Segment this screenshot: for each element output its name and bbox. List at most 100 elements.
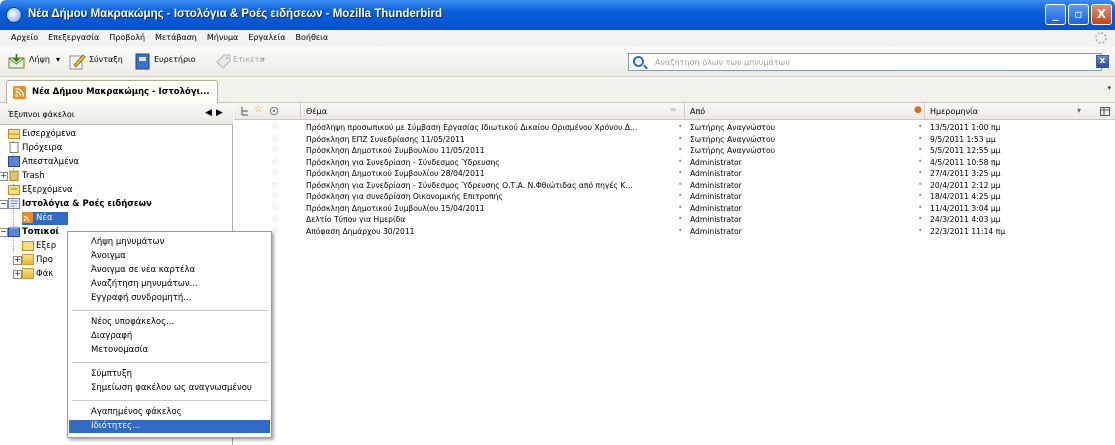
message-subject: Πρόσκληση Δημοτικού Συμβουλίου 15/04/201… [306, 203, 485, 213]
thread-column-icon[interactable] [240, 106, 250, 116]
star-icon[interactable]: ☆ [271, 157, 279, 167]
message-row[interactable]: ☆ Πρόσκληση Δημοτικού Συμβουλίου 15/04/20… [234, 203, 1115, 214]
ctx-favorite-folder[interactable]: Αγαπημένος φάκελος [69, 406, 270, 419]
star-icon[interactable]: ☆ [271, 191, 279, 201]
junk-dot-icon[interactable]: • [678, 168, 682, 177]
message-row[interactable]: ☆ Δελτίο Τύπου για Ημερίδα • Administrator •… [234, 214, 1115, 225]
junk-dot-icon[interactable]: • [678, 134, 682, 143]
menu-edit[interactable]: Επεξεργασία [43, 30, 104, 42]
message-row[interactable]: ☆ Πρόσληψη προσωπικού με Σύμβαση Εργασίας… [234, 122, 1115, 133]
junk-dot-icon[interactable]: • [678, 191, 682, 200]
address-book-label: Ευρετήριο [154, 55, 196, 64]
menu-separator [72, 310, 268, 311]
junk-dot-icon[interactable]: • [678, 157, 682, 166]
message-row[interactable]: ☆ Πρόσκληση για συνεδρίαση Οικονομικής Επ… [234, 191, 1115, 202]
menu-message[interactable]: Μήνυμα [202, 30, 243, 42]
prev-folder-view-arrow[interactable]: ◀ [205, 108, 212, 118]
status-dot-icon[interactable]: • [918, 157, 922, 166]
ctx-get-messages[interactable]: Λήψη μηνυμάτων [69, 236, 270, 249]
junk-dot-icon[interactable]: • [678, 180, 682, 189]
ctx-subscribe[interactable]: Εγγραφή συνδρομητή... [69, 292, 270, 305]
junk-column-icon[interactable]: ∞ [670, 103, 682, 120]
folder-nea-selected[interactable]: Νέα [22, 212, 68, 225]
get-mail-dropdown-arrow[interactable]: ▾ [56, 55, 60, 64]
from-column-header[interactable]: Από [684, 103, 912, 120]
folder-inbox[interactable]: Εισερχόμενα [8, 128, 230, 141]
status-dot-icon[interactable]: • [918, 203, 922, 212]
maximize-button[interactable]: ▫ [1068, 4, 1089, 25]
status-dot-icon[interactable]: • [918, 168, 922, 177]
ctx-properties[interactable]: Ιδιότητες... [69, 420, 270, 433]
folder-local-outbox[interactable]: Εξερ [22, 240, 67, 253]
message-row[interactable]: ☆ Πρόσκληση Δημοτικού Συμβουλίου 11/05/20… [234, 145, 1115, 156]
folder-fak[interactable]: Φάκ [22, 268, 67, 281]
menu-tools[interactable]: Εργαλεία [243, 30, 290, 42]
message-row[interactable]: ☆ Απόφαση Δημάρχου 30/2011 • Administrator •… [234, 226, 1115, 237]
star-icon[interactable]: ☆ [271, 180, 279, 190]
clear-search-button[interactable]: x [1096, 55, 1109, 68]
minimize-button[interactable]: _ [1045, 4, 1066, 25]
folder-local[interactable]: Τοπικοί [8, 226, 66, 239]
outbox-icon [8, 185, 20, 195]
next-folder-view-arrow[interactable]: ▶ [216, 108, 223, 118]
star-icon[interactable]: ☆ [271, 226, 279, 236]
ctx-new-subfolder[interactable]: Νέος υποφάκελος... [69, 316, 270, 329]
star-icon[interactable]: ☆ [271, 122, 279, 132]
status-dot-icon[interactable]: • [918, 134, 922, 143]
ctx-open[interactable]: Άνοιγμα [69, 250, 270, 263]
menu-go[interactable]: Μετάβαση [150, 30, 202, 42]
tab-list-dropdown-arrow[interactable]: ▾ [1107, 84, 1111, 92]
status-dot-icon[interactable]: • [918, 145, 922, 154]
menu-view[interactable]: Προβολή [104, 30, 150, 42]
star-icon[interactable]: ☆ [271, 134, 279, 144]
thunderbird-app-icon[interactable] [6, 7, 22, 23]
subject-column-header[interactable]: Θέμα [300, 103, 672, 120]
junk-dot-icon[interactable]: • [678, 122, 682, 131]
star-icon[interactable]: ☆ [271, 145, 279, 155]
status-dot-icon[interactable]: • [918, 226, 922, 235]
junk-status-icon[interactable]: ● [912, 103, 924, 120]
expand-folder-toggle[interactable]: + [13, 270, 22, 279]
ctx-delete[interactable]: Διαγραφή [69, 330, 270, 343]
message-row[interactable]: ☆ Πρόσκληση Δημοτικού Συμβουλίου 28/04/20… [234, 168, 1115, 179]
message-date: 27/4/2011 3:25 μμ [930, 169, 1001, 178]
junk-dot-icon[interactable]: • [678, 226, 682, 235]
status-dot-icon[interactable]: • [918, 214, 922, 223]
junk-dot-icon[interactable]: • [678, 214, 682, 223]
compose-label: Σύνταξη [89, 55, 123, 64]
status-dot-icon[interactable]: • [918, 191, 922, 200]
status-dot-icon[interactable]: • [918, 180, 922, 189]
collapse-local-toggle[interactable]: − [0, 228, 8, 237]
junk-dot-icon[interactable]: • [678, 203, 682, 212]
close-button[interactable]: X [1091, 4, 1112, 25]
ctx-open-new-tab[interactable]: Άνοιγμα σε νέα καρτέλα [69, 264, 270, 277]
folder-pro[interactable]: Προ [22, 254, 67, 267]
star-column-icon[interactable]: ☆ [254, 104, 263, 115]
message-subject: Πρόσκληση ΕΠΖ Συνεδρίασης 11/05/2011 [306, 134, 465, 144]
star-icon[interactable]: ☆ [271, 214, 279, 224]
window-title: Νέα Δήμου Μακρακώμης - Ιστολόγια & Ροές … [28, 8, 442, 20]
ctx-search-messages[interactable]: Αναζήτηση μηνυμάτων... [69, 278, 270, 291]
ctx-mark-folder-read[interactable]: Σημείωση φακέλου ως αναγνωσμένου [69, 382, 270, 395]
message-row[interactable]: ☆ Πρόσκληση για Συνεδρίαση - Σύνδεσμος Ύδ… [234, 157, 1115, 168]
message-row[interactable]: ☆ Πρόσκληση για Συνεδρίαση - Σύνδεσμος Ύδ… [234, 180, 1115, 191]
ctx-rename[interactable]: Μετονομασία [69, 344, 270, 357]
menu-help[interactable]: Βοήθεια [291, 30, 334, 42]
ctx-compact[interactable]: Σύμπτυξη [69, 368, 270, 381]
attachment-column-icon[interactable] [269, 106, 279, 116]
expand-trash-toggle[interactable]: + [0, 172, 8, 181]
status-dot-icon[interactable]: • [918, 122, 922, 131]
collapse-feeds-toggle[interactable]: − [0, 200, 8, 209]
menu-file[interactable]: Αρχείο [6, 30, 43, 42]
expand-folder-toggle[interactable]: + [13, 256, 22, 265]
tag-dropdown-arrow[interactable]: ▾ [261, 55, 265, 64]
column-picker-icon[interactable] [1100, 107, 1110, 116]
search-input[interactable]: Αναζήτηση όλων των μηνυμάτων [628, 53, 1102, 71]
star-icon[interactable]: ☆ [271, 203, 279, 213]
message-row[interactable]: ☆ Πρόσκληση ΕΠΖ Συνεδρίασης 11/05/2011 • Σω… [234, 134, 1115, 145]
star-icon[interactable]: ☆ [271, 168, 279, 178]
junk-dot-icon[interactable]: • [678, 145, 682, 154]
message-sender: Administrator [690, 180, 742, 190]
tab-feed-folder[interactable]: Νέα Δήμου Μακρακώμης - Ιστολόγι... [6, 80, 218, 103]
message-list-pane: ☆ Θέμα ∞ Από ● Ημερομηνία ▾ ☆ Πρόσληψη πρ… [234, 103, 1115, 445]
